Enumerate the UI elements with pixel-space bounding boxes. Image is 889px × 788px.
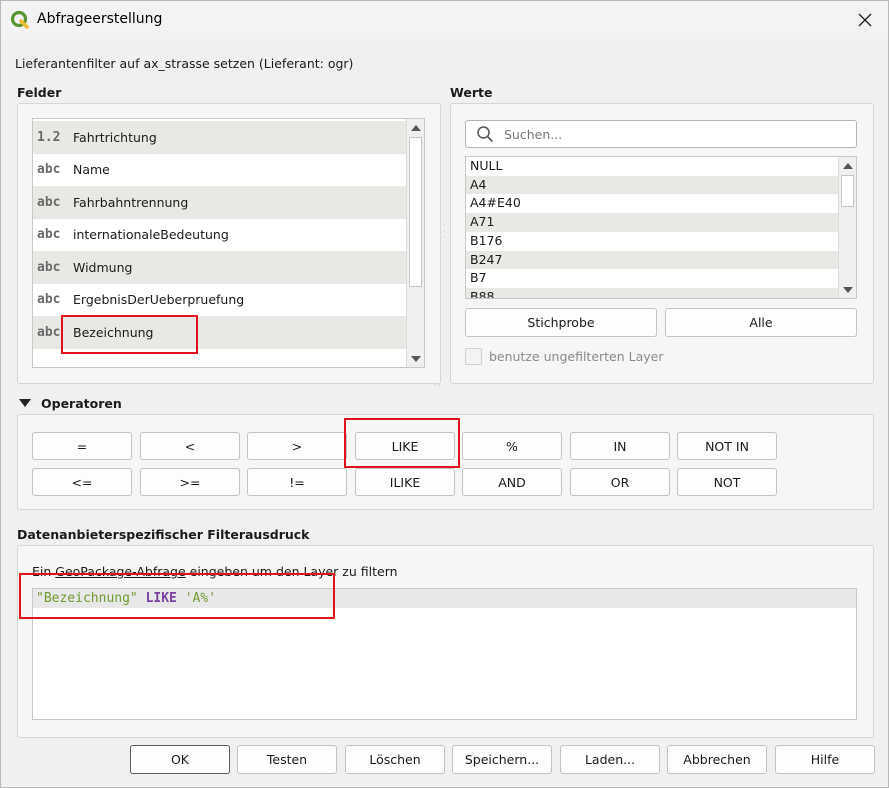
text-type-icon: abc xyxy=(37,292,61,308)
values-search-input[interactable] xyxy=(502,125,832,143)
clear-button[interactable]: Löschen xyxy=(345,745,445,774)
operator-or-button[interactable]: OR xyxy=(570,468,670,496)
triangle-down-icon xyxy=(842,286,853,293)
value-item[interactable]: A4 xyxy=(466,175,839,195)
operator-like-button[interactable]: LIKE xyxy=(355,432,455,460)
expression-value-token: 'A%' xyxy=(184,591,217,606)
search-icon xyxy=(477,126,493,142)
dialog-caption: Lieferantenfilter auf ax_strasse setzen … xyxy=(15,56,354,71)
filter-expression-editor[interactable]: "Bezeichnung" LIKE 'A%' xyxy=(32,588,857,720)
values-list[interactable]: NULL A4 A4#E40 A71 B176 B247 B7 B88 xyxy=(465,156,857,299)
collapse-arrow-icon[interactable] xyxy=(19,399,31,407)
test-button[interactable]: Testen xyxy=(237,745,337,774)
horizontal-splitter-handle[interactable]: ··· xyxy=(433,381,441,390)
fields-section-label: Felder xyxy=(17,85,62,100)
field-name: Bezeichnung xyxy=(73,324,154,340)
operator-ilike-button[interactable]: ILIKE xyxy=(355,468,455,496)
operator-less-than-button[interactable]: < xyxy=(140,432,240,460)
field-item[interactable]: abc Name xyxy=(33,154,407,187)
value-item[interactable]: B176 xyxy=(466,232,839,251)
hint-suffix: eingeben um den Layer zu filtern xyxy=(185,564,398,579)
operator-and-button[interactable]: AND xyxy=(462,468,562,496)
text-type-icon: abc xyxy=(37,324,61,340)
field-item-selected[interactable]: abc Bezeichnung xyxy=(33,316,407,349)
value-item[interactable]: B88 xyxy=(466,287,839,298)
field-name: Fahrbahntrennung xyxy=(73,194,189,210)
scroll-down-arrow[interactable] xyxy=(839,281,856,298)
use-unfiltered-layer-label: benutze ungefilterten Layer xyxy=(489,349,664,364)
operator-not-equal-button[interactable]: != xyxy=(247,468,347,496)
field-name: Fahrtrichtung xyxy=(73,129,157,145)
triangle-down-icon xyxy=(410,355,421,362)
field-item[interactable]: abc ErgebnisDerUeberpruefung xyxy=(33,284,407,317)
text-type-icon: abc xyxy=(37,259,61,275)
field-item[interactable]: abc internationaleBedeutung xyxy=(33,219,407,252)
qgis-logo-icon xyxy=(10,10,29,29)
editor-current-line: "Bezeichnung" LIKE 'A%' xyxy=(33,589,856,608)
field-item[interactable]: abc Widmung xyxy=(33,251,407,284)
ok-button[interactable]: OK xyxy=(130,745,230,774)
values-scrollbar[interactable] xyxy=(838,157,856,298)
save-button[interactable]: Speichern... xyxy=(452,745,552,774)
operator-equals-button[interactable]: = xyxy=(32,432,132,460)
operator-less-equal-button[interactable]: <= xyxy=(32,468,132,496)
field-name: ErgebnisDerUeberpruefung xyxy=(73,292,245,308)
hint-prefix: Ein xyxy=(32,564,56,579)
value-item[interactable]: B7 xyxy=(466,269,839,288)
scroll-thumb[interactable] xyxy=(841,175,854,207)
value-item[interactable]: B247 xyxy=(466,250,839,270)
values-search-box[interactable] xyxy=(465,120,857,148)
scroll-up-arrow[interactable] xyxy=(839,157,856,174)
field-item[interactable]: abc Fahrbahntrennung xyxy=(33,186,407,219)
close-button[interactable] xyxy=(842,1,888,39)
field-name: Name xyxy=(73,162,110,178)
values-section-label: Werte xyxy=(450,85,493,100)
text-type-icon: abc xyxy=(37,194,61,210)
expression-hint: Ein GeoPackage-Abfrage eingeben um den L… xyxy=(32,564,398,579)
field-name: Widmung xyxy=(73,259,133,275)
triangle-up-icon xyxy=(842,162,853,169)
value-item[interactable]: NULL xyxy=(466,157,839,176)
title-bar: Abfrageerstellung xyxy=(1,1,888,39)
value-item[interactable]: A71 xyxy=(466,213,839,232)
scroll-thumb[interactable] xyxy=(409,137,422,287)
expression-operator-token: LIKE xyxy=(145,591,177,606)
close-icon xyxy=(858,13,872,27)
value-item[interactable]: A4#E40 xyxy=(466,194,839,213)
sample-button[interactable]: Stichprobe xyxy=(465,308,657,337)
field-item[interactable]: 1.2 Fahrtrichtung xyxy=(33,121,407,154)
operator-greater-equal-button[interactable]: >= xyxy=(140,468,240,496)
text-type-icon: abc xyxy=(37,227,61,243)
use-unfiltered-layer-checkbox[interactable] xyxy=(465,348,482,365)
operator-not-button[interactable]: NOT xyxy=(677,468,777,496)
all-values-button[interactable]: Alle xyxy=(665,308,857,337)
scroll-down-arrow[interactable] xyxy=(407,350,424,367)
geopackage-query-link[interactable]: GeoPackage-Abfrage xyxy=(55,564,185,579)
decimal-type-icon: 1.2 xyxy=(37,129,61,145)
triangle-up-icon xyxy=(410,124,421,131)
query-builder-dialog: Abfrageerstellung Lieferantenfilter auf … xyxy=(0,0,889,788)
operators-section-label: Operatoren xyxy=(41,396,122,411)
operator-in-button[interactable]: IN xyxy=(570,432,670,460)
load-button[interactable]: Laden... xyxy=(560,745,660,774)
operator-not-in-button[interactable]: NOT IN xyxy=(677,432,777,460)
vertical-splitter-handle[interactable]: · · · xyxy=(443,222,446,242)
cancel-button[interactable]: Abbrechen xyxy=(667,745,767,774)
operator-greater-than-button[interactable]: > xyxy=(247,432,347,460)
field-name: internationaleBedeutung xyxy=(73,227,229,243)
operator-percent-button[interactable]: % xyxy=(462,432,562,460)
fields-list[interactable]: 1.2 Fahrtrichtung abc Name abc Fahrbahnt… xyxy=(32,118,425,368)
window-title: Abfrageerstellung xyxy=(37,11,163,27)
help-button[interactable]: Hilfe xyxy=(775,745,875,774)
fields-scrollbar[interactable] xyxy=(406,119,424,367)
expression-field-token: "Bezeichnung" xyxy=(36,591,138,606)
scroll-up-arrow[interactable] xyxy=(407,119,424,136)
text-type-icon: abc xyxy=(37,162,61,178)
expression-section-label: Datenanbieterspezifischer Filterausdruck xyxy=(17,527,310,542)
